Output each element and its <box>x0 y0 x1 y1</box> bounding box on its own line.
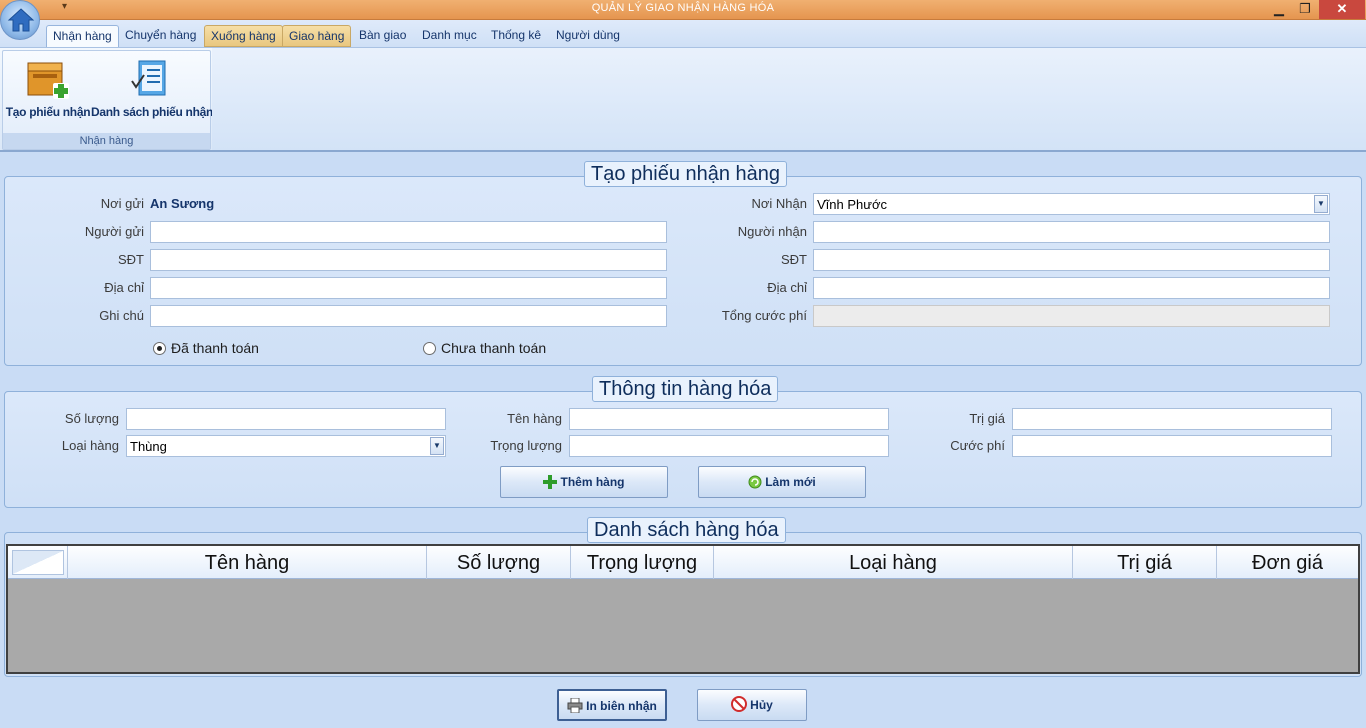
column-header-ten-hang[interactable]: Tên hàng <box>68 546 427 579</box>
sender-input[interactable] <box>150 221 667 243</box>
ribbon-empty-area <box>212 48 1366 150</box>
paid-radio[interactable]: Đã thanh toán <box>153 340 259 356</box>
cancel-label: Hủy <box>750 698 773 712</box>
goods-list-title: Danh sách hàng hóa <box>587 517 786 543</box>
ribbon-group-nhan-hang: Tạo phiếu nhận Danh sách phiếu nhận Nhận… <box>2 50 214 150</box>
goods-type-select[interactable]: Thùng ▼ <box>126 435 446 457</box>
receiver-label: Người nhận <box>737 224 807 239</box>
tab-danh-muc[interactable]: Danh mục <box>416 25 483 47</box>
receipt-list-button[interactable]: Danh sách phiếu nhận <box>91 57 214 119</box>
tab-xuong-hang[interactable]: Xuống hàng <box>204 25 283 47</box>
ribbon-group-label: Nhận hàng <box>3 133 210 149</box>
box-add-icon <box>27 62 69 99</box>
receiver-address-input[interactable] <box>813 277 1330 299</box>
sender-place-value: An Sương <box>150 196 215 211</box>
paid-radio-label: Đã thanh toán <box>171 340 259 356</box>
radio-checked-icon <box>153 342 166 355</box>
column-header-loai-hang[interactable]: Loại hàng <box>714 546 1073 579</box>
table-header: Tên hàng Số lượng Trọng lượng Loại hàng … <box>8 546 1358 579</box>
receiver-place-label: Nơi Nhận <box>751 196 808 211</box>
sender-address-label: Địa chỉ <box>104 280 144 295</box>
receiver-phone-input[interactable] <box>813 249 1330 271</box>
unpaid-radio[interactable]: Chưa thanh toán <box>423 340 546 356</box>
note-input[interactable] <box>150 305 667 327</box>
goods-type-value: Thùng <box>130 439 167 454</box>
close-button[interactable]: ✕ <box>1319 0 1365 19</box>
cancel-button[interactable]: Hủy <box>697 689 807 721</box>
sender-place-label: Nơi gửi <box>100 196 144 211</box>
tab-chuyen-hang[interactable]: Chuyển hàng <box>119 25 202 47</box>
checklist-icon <box>131 60 166 96</box>
sender-label: Người gửi <box>84 224 144 239</box>
print-receipt-label: In biên nhận <box>586 699 657 713</box>
total-fee-input <box>813 305 1330 327</box>
application-menu-button[interactable] <box>0 0 40 40</box>
refresh-icon <box>748 475 762 489</box>
note-label: Ghi chú <box>99 308 144 323</box>
column-header-trong-luong[interactable]: Trọng lượng <box>571 546 714 579</box>
total-fee-label: Tổng cước phí <box>721 308 807 323</box>
receipt-panel-title: Tạo phiếu nhận hàng <box>584 161 788 187</box>
goods-table[interactable]: Tên hàng Số lượng Trọng lượng Loại hàng … <box>6 544 1360 674</box>
sender-address-input[interactable] <box>150 277 667 299</box>
ribbon-panel: Tạo phiếu nhận Danh sách phiếu nhận Nhận… <box>0 47 1366 152</box>
receiver-address-label: Địa chỉ <box>767 280 807 295</box>
printer-icon <box>567 697 583 714</box>
cancel-icon <box>731 696 748 712</box>
goods-info-panel: Số lượng Loại hàng Thùng ▼ Tên hàng Trọn… <box>4 391 1362 508</box>
weight-input[interactable] <box>569 435 889 457</box>
goods-name-input[interactable] <box>569 408 889 430</box>
add-goods-label: Thêm hàng <box>560 475 625 489</box>
window-title: QUẢN LÝ GIAO NHẬN HÀNG HÓA <box>591 2 775 14</box>
value-input[interactable] <box>1012 408 1332 430</box>
goods-name-label: Tên hàng <box>507 411 562 426</box>
quantity-label: Số lượng <box>64 411 119 426</box>
column-header-don-gia[interactable]: Đơn giá <box>1217 546 1358 579</box>
minimize-button[interactable]: ▁ <box>1266 0 1292 19</box>
column-header-tri-gia[interactable]: Trị giá <box>1073 546 1217 579</box>
reset-button[interactable]: Làm mới <box>698 466 866 498</box>
select-all-cell[interactable] <box>8 546 68 579</box>
print-receipt-button[interactable]: In biên nhận <box>557 689 667 721</box>
home-icon <box>7 8 35 32</box>
receiver-input[interactable] <box>813 221 1330 243</box>
plus-icon <box>543 475 558 489</box>
receipt-panel: Nơi gửi An Sương Người gửi SĐT Địa chỉ G… <box>4 176 1362 366</box>
sender-phone-input[interactable] <box>150 249 667 271</box>
maximize-button[interactable]: ❐ <box>1292 0 1318 19</box>
title-bar: ▾ QUẢN LÝ GIAO NHẬN HÀNG HÓA ▁ ❐ ✕ <box>0 0 1366 20</box>
ribbon-tabs: Nhận hàng Chuyển hàng Xuống hàng Giao hà… <box>0 20 1366 47</box>
add-goods-button[interactable]: Thêm hàng <box>500 466 668 498</box>
radio-unchecked-icon <box>423 342 436 355</box>
tab-ban-giao[interactable]: Bàn giao <box>353 25 412 47</box>
tab-thong-ke[interactable]: Thống kê <box>485 25 547 47</box>
receiver-place-value: Vĩnh Phước <box>817 197 887 212</box>
receiver-phone-label: SĐT <box>781 252 807 267</box>
fee-label: Cước phí <box>950 438 1005 453</box>
fee-input[interactable] <box>1012 435 1332 457</box>
create-receipt-label: Tạo phiếu nhận <box>5 105 91 119</box>
tab-giao-hang[interactable]: Giao hàng <box>282 25 352 47</box>
goods-type-label: Loại hàng <box>61 438 119 453</box>
value-label: Trị giá <box>969 411 1005 426</box>
weight-label: Trọng lượng <box>490 438 562 453</box>
sender-phone-label: SĐT <box>118 252 144 267</box>
reset-label: Làm mới <box>765 475 816 489</box>
receipt-list-label: Danh sách phiếu nhận <box>91 105 214 119</box>
unpaid-radio-label: Chưa thanh toán <box>441 340 547 356</box>
quantity-input[interactable] <box>126 408 446 430</box>
tab-nhan-hang[interactable]: Nhận hàng <box>46 25 119 47</box>
receiver-place-select[interactable]: Vĩnh Phước ▼ <box>813 193 1330 215</box>
chevron-down-icon[interactable]: ▼ <box>1314 195 1328 213</box>
tab-nguoi-dung[interactable]: Người dùng <box>550 25 626 47</box>
column-header-so-luong[interactable]: Số lượng <box>427 546 571 579</box>
goods-info-title: Thông tin hàng hóa <box>592 376 779 402</box>
chevron-down-icon[interactable]: ▼ <box>430 437 444 455</box>
create-receipt-button[interactable]: Tạo phiếu nhận <box>5 57 91 119</box>
